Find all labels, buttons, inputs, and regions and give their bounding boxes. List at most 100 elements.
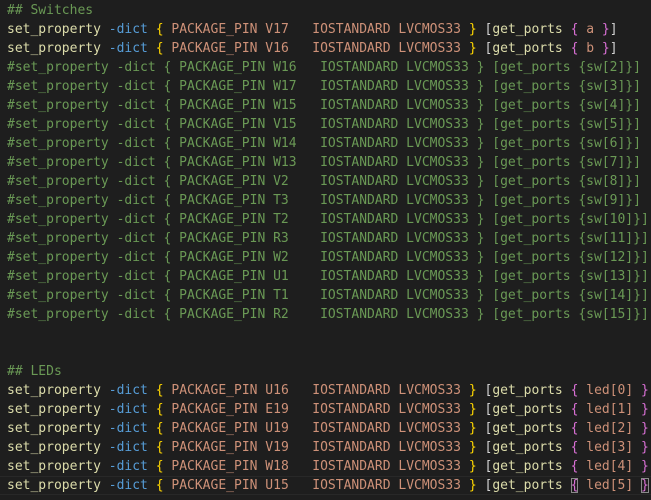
- get-ports-token: get_ports: [492, 421, 563, 436]
- comment-text: #set_property -dict { PACKAGE_PIN W17 IO…: [7, 79, 641, 94]
- port-name: led[1]: [586, 402, 634, 417]
- code-line[interactable]: set_property -dict { PACKAGE_PIN W18 IOS…: [7, 457, 651, 476]
- iostandard-key-token: IOSTANDARD: [312, 459, 391, 474]
- close-brace: }: [468, 41, 477, 56]
- command-token: set_property: [7, 421, 101, 436]
- code-line[interactable]: #set_property -dict { PACKAGE_PIN R3 IOS…: [7, 229, 649, 248]
- pin-value: V17: [265, 22, 289, 37]
- flag-token: -dict: [108, 41, 148, 56]
- code-line[interactable]: #set_property -dict { PACKAGE_PIN W14 IO…: [7, 134, 641, 153]
- comment-text: #set_property -dict { PACKAGE_PIN V2 IOS…: [7, 174, 641, 189]
- code-line[interactable]: set_property -dict { PACKAGE_PIN E19 IOS…: [7, 400, 651, 419]
- code-line[interactable]: ## Switches: [7, 1, 93, 20]
- comment-text: #set_property -dict { PACKAGE_PIN W2 IOS…: [7, 250, 649, 265]
- get-ports-token: get_ports: [492, 478, 563, 493]
- comment-text: #set_property -dict { PACKAGE_PIN R2 IOS…: [7, 307, 649, 322]
- code-line[interactable]: #set_property -dict { PACKAGE_PIN R2 IOS…: [7, 305, 649, 324]
- open-brace: {: [155, 383, 164, 398]
- port-close-brace: }: [601, 41, 610, 56]
- get-ports-token: get_ports: [492, 459, 563, 474]
- comment-text: #set_property -dict { PACKAGE_PIN V15 IO…: [7, 117, 641, 132]
- flag-token: -dict: [108, 383, 148, 398]
- comment-text: #set_property -dict { PACKAGE_PIN T3 IOS…: [7, 193, 641, 208]
- code-line[interactable]: #set_property -dict { PACKAGE_PIN T2 IOS…: [7, 210, 649, 229]
- pin-value: E19: [265, 402, 289, 417]
- iostandard-value-token: LVCMOS33: [398, 22, 461, 37]
- code-line[interactable]: #set_property -dict { PACKAGE_PIN U1 IOS…: [7, 267, 649, 286]
- code-line[interactable]: #set_property -dict { PACKAGE_PIN T3 IOS…: [7, 191, 641, 210]
- code-line[interactable]: #set_property -dict { PACKAGE_PIN W17 IO…: [7, 77, 641, 96]
- code-line[interactable]: #set_property -dict { PACKAGE_PIN V2 IOS…: [7, 172, 641, 191]
- code-line[interactable]: set_property -dict { PACKAGE_PIN U19 IOS…: [7, 419, 651, 438]
- iostandard-key-token: IOSTANDARD: [312, 402, 391, 417]
- code-line[interactable]: set_property -dict { PACKAGE_PIN U15 IOS…: [7, 476, 651, 495]
- code-line[interactable]: set_property -dict { PACKAGE_PIN V17 IOS…: [7, 20, 618, 39]
- code-line[interactable]: #set_property -dict { PACKAGE_PIN W2 IOS…: [7, 248, 649, 267]
- pin-key-token: PACKAGE_PIN: [171, 383, 258, 398]
- pin-key-token: PACKAGE_PIN: [171, 41, 258, 56]
- iostandard-value-token: LVCMOS33: [398, 402, 461, 417]
- code-line[interactable]: set_property -dict { PACKAGE_PIN V19 IOS…: [7, 438, 651, 457]
- command-token: set_property: [7, 440, 101, 455]
- close-brace: }: [468, 459, 477, 474]
- comment-text: #set_property -dict { PACKAGE_PIN U1 IOS…: [7, 269, 649, 284]
- iostandard-value-token: LVCMOS33: [398, 41, 461, 56]
- port-close-brace: }: [641, 440, 649, 455]
- comment-text: #set_property -dict { PACKAGE_PIN R3 IOS…: [7, 231, 649, 246]
- code-line[interactable]: #set_property -dict { PACKAGE_PIN W13 IO…: [7, 153, 641, 172]
- code-line[interactable]: #set_property -dict { PACKAGE_PIN W16 IO…: [7, 58, 641, 77]
- comment-text: #set_property -dict { PACKAGE_PIN W15 IO…: [7, 98, 641, 113]
- port-name: led[4]: [586, 459, 634, 474]
- close-brace: }: [468, 440, 477, 455]
- close-brace: }: [468, 478, 477, 493]
- code-line[interactable]: #set_property -dict { PACKAGE_PIN W15 IO…: [7, 96, 641, 115]
- command-token: set_property: [7, 383, 101, 398]
- port-close-brace: }: [641, 459, 649, 474]
- iostandard-value-token: LVCMOS33: [398, 478, 461, 493]
- open-brace: {: [155, 478, 164, 493]
- open-brace: {: [155, 41, 164, 56]
- comment-text: #set_property -dict { PACKAGE_PIN T2 IOS…: [7, 212, 649, 227]
- flag-token: -dict: [108, 440, 148, 455]
- close-brace: }: [468, 22, 477, 37]
- command-token: set_property: [7, 459, 101, 474]
- port-name: led[2]: [586, 421, 634, 436]
- code-line[interactable]: #set_property -dict { PACKAGE_PIN V15 IO…: [7, 115, 641, 134]
- iostandard-key-token: IOSTANDARD: [312, 22, 391, 37]
- code-editor[interactable]: ## Switches set_property -dict { PACKAGE_…: [0, 0, 651, 500]
- port-close-brace: }: [601, 22, 610, 37]
- get-ports-token: get_ports: [492, 440, 563, 455]
- iostandard-key-token: IOSTANDARD: [312, 41, 391, 56]
- open-brace: {: [155, 440, 164, 455]
- code-line[interactable]: #set_property -dict { PACKAGE_PIN T1 IOS…: [7, 286, 649, 305]
- pin-key-token: PACKAGE_PIN: [171, 478, 258, 493]
- comment-text: #set_property -dict { PACKAGE_PIN W14 IO…: [7, 136, 641, 151]
- pin-value: U15: [265, 478, 289, 493]
- code-line[interactable]: ## LEDs: [7, 362, 62, 381]
- code-line[interactable]: set_property -dict { PACKAGE_PIN V16 IOS…: [7, 39, 618, 58]
- code-line[interactable]: set_property -dict { PACKAGE_PIN U16 IOS…: [7, 381, 651, 400]
